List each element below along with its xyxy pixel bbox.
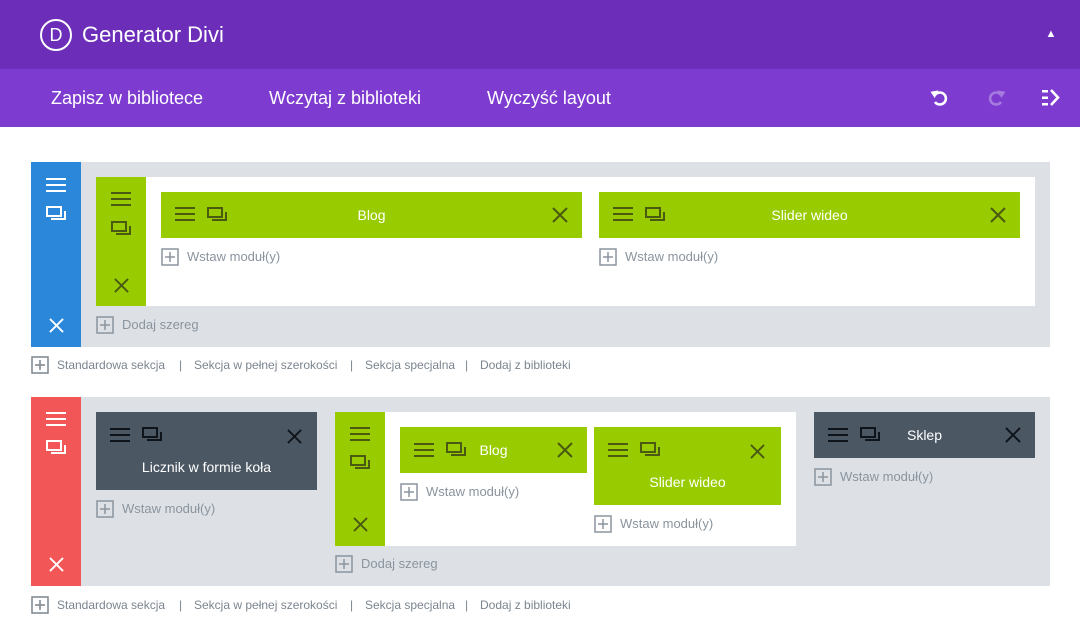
specialty-section-link[interactable]: Sekcja specjalna [365,598,455,612]
add-row-label: Dodaj szereg [361,556,438,571]
close-icon[interactable] [552,207,568,223]
close-icon[interactable] [114,278,129,293]
section-specialty-2: Licznik w formie koła Wstaw moduł(y) Blo… [31,397,1050,586]
plus-icon [161,248,179,266]
row-handle[interactable] [335,412,385,546]
divi-builder: D Generator Divi ▲ Zapisz w bibliotece W… [0,0,1080,625]
add-section-links: Standardowa sekcja | Sekcja w pełnej sze… [31,356,591,374]
save-to-library-button[interactable]: Zapisz w bibliotece [51,87,203,109]
insert-module-link[interactable]: Wstaw moduł(y) [594,515,734,533]
menu-icon[interactable] [110,427,130,443]
menu-icon[interactable] [46,411,66,427]
row-handle[interactable] [96,177,146,306]
separator: | [350,358,354,372]
clear-layout-button[interactable]: Wyczyść layout [487,87,611,109]
undo-icon[interactable] [930,88,950,108]
separator: | [179,598,183,612]
insert-module-link[interactable]: Wstaw moduł(y) [599,248,739,266]
separator: | [350,598,354,612]
triangle-up-icon[interactable]: ▲ [1044,27,1058,41]
close-icon[interactable] [353,517,368,532]
insert-module-label: Wstaw moduł(y) [625,249,719,264]
module-label: Blog [357,207,386,223]
fullwidth-section-link[interactable]: Sekcja w pełnej szerokości [194,598,337,612]
section-handle[interactable] [31,162,81,347]
section-handle[interactable] [31,397,81,586]
redo-icon[interactable] [986,88,1006,108]
module-blog[interactable]: Blog [161,192,582,238]
insert-module-link[interactable]: Wstaw moduł(y) [814,468,954,486]
menu-icon[interactable] [350,426,370,442]
separator: | [179,358,183,372]
insert-module-label: Wstaw moduł(y) [840,469,934,484]
module-circle-counter[interactable]: Licznik w formie koła [96,412,317,490]
duplicate-icon[interactable] [350,455,370,471]
duplicate-icon[interactable] [46,440,66,456]
menu-icon[interactable] [608,442,628,458]
plus-icon [31,356,49,374]
app-title: Generator Divi [82,22,224,47]
history-icon[interactable] [1041,88,1061,108]
insert-module-link[interactable]: Wstaw moduł(y) [161,248,301,266]
plus-icon [31,596,49,614]
builder-header: D Generator Divi ▲ [0,0,1080,69]
plus-icon [599,248,617,266]
inner-row: Blog Wstaw moduł(y) Slider wideo Wstaw m… [335,412,796,546]
insert-module-link[interactable]: Wstaw moduł(y) [96,500,236,518]
close-icon[interactable] [990,207,1006,223]
duplicate-icon[interactable] [142,427,162,443]
add-from-library-link[interactable]: Dodaj z biblioteki [480,598,571,612]
close-icon[interactable] [49,318,64,333]
plus-icon [96,316,114,334]
menu-icon[interactable] [46,177,66,193]
duplicate-icon[interactable] [46,206,66,222]
module-label: Slider wideo [649,474,726,490]
section-standard-1: Blog Wstaw moduł(y) Slider wideo Wstaw m… [31,162,1050,347]
close-icon[interactable] [287,429,302,444]
duplicate-icon[interactable] [640,442,660,458]
module-label: Sklep [906,427,943,443]
add-row-label: Dodaj szereg [122,317,199,332]
close-icon[interactable] [1005,427,1021,443]
module-shop[interactable]: Sklep [814,412,1035,458]
module-blog[interactable]: Blog [400,427,587,473]
add-row-link[interactable]: Dodaj szereg [96,316,216,334]
plus-icon [96,500,114,518]
builder-toolbar: Zapisz w bibliotece Wczytaj z biblioteki… [0,69,1080,127]
plus-icon [335,555,353,573]
close-icon[interactable] [49,557,64,572]
module-slider-wideo[interactable]: Slider wideo [594,427,781,505]
module-label: Licznik w formie koła [141,459,272,475]
insert-module-label: Wstaw moduł(y) [620,516,714,531]
insert-module-link[interactable]: Wstaw moduł(y) [400,483,540,501]
separator: | [465,598,469,612]
add-row-link[interactable]: Dodaj szereg [335,555,455,573]
divi-logo: D [40,19,72,51]
module-slider-wideo[interactable]: Slider wideo [599,192,1020,238]
plus-icon [814,468,832,486]
add-from-library-link[interactable]: Dodaj z biblioteki [480,358,571,372]
standard-section-link[interactable]: Standardowa sekcja [57,358,165,372]
menu-icon[interactable] [111,191,131,207]
duplicate-icon[interactable] [111,221,131,237]
plus-icon [594,515,612,533]
close-icon[interactable] [557,442,573,458]
fullwidth-section-link[interactable]: Sekcja w pełnej szerokości [194,358,337,372]
insert-module-label: Wstaw moduł(y) [122,501,216,516]
plus-icon [400,483,418,501]
module-label: Slider wideo [771,207,848,223]
separator: | [465,358,469,372]
insert-module-label: Wstaw moduł(y) [187,249,281,264]
insert-module-label: Wstaw moduł(y) [426,484,520,499]
specialty-section-link[interactable]: Sekcja specjalna [365,358,455,372]
standard-section-link[interactable]: Standardowa sekcja [57,598,165,612]
load-from-library-button[interactable]: Wczytaj z biblioteki [269,87,421,109]
close-icon[interactable] [750,444,765,459]
add-section-links: Standardowa sekcja | Sekcja w pełnej sze… [31,596,591,614]
row: Blog Wstaw moduł(y) Slider wideo Wstaw m… [96,177,1035,306]
